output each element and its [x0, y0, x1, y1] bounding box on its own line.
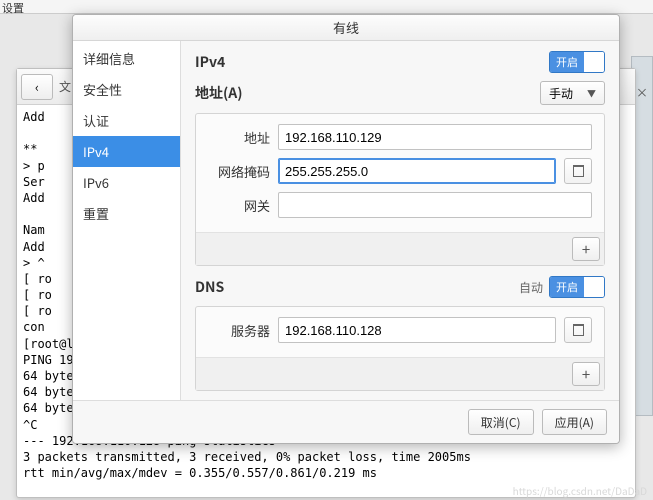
sidebar-item-ipv4[interactable]: IPv4: [73, 136, 180, 167]
delete-address-button[interactable]: [564, 158, 592, 184]
dns-server-input[interactable]: [278, 317, 556, 343]
dns-server-label: 服务器: [208, 321, 270, 340]
dns-group: 服务器 +: [195, 306, 605, 391]
netmask-label: 网络掩码: [208, 162, 270, 181]
sidebar-item-reset[interactable]: 重置: [73, 198, 180, 229]
network-settings-dialog: 有线 详细信息 安全性 认证 IPv4 IPv6 重置 IPv4 开启: [72, 14, 620, 444]
netmask-input[interactable]: [278, 158, 556, 184]
terminal-tab-label: 文: [59, 78, 71, 95]
close-icon[interactable]: ×: [635, 84, 649, 98]
sidebar-item-details[interactable]: 详细信息: [73, 43, 180, 74]
address-input[interactable]: [278, 124, 592, 150]
cancel-button[interactable]: 取消(C): [468, 409, 534, 435]
chevron-down-icon: ▼: [587, 87, 596, 100]
toggle-on-label: 开启: [550, 52, 584, 72]
dns-header: DNS: [195, 277, 224, 297]
ipv4-header: IPv4: [195, 52, 225, 72]
settings-content: IPv4 开启 地址(A) 手动 ▼ 地址: [181, 41, 619, 400]
dns-auto-label: 自动: [519, 279, 543, 296]
dialog-title: 有线: [73, 15, 619, 41]
method-select-label: 手动: [549, 85, 573, 102]
add-dns-button[interactable]: +: [572, 362, 600, 386]
sidebar-item-auth[interactable]: 认证: [73, 105, 180, 136]
delete-dns-button[interactable]: [564, 317, 592, 343]
gateway-label: 网关: [208, 196, 270, 215]
apply-button[interactable]: 应用(A): [542, 409, 607, 435]
gateway-input[interactable]: [278, 192, 592, 218]
address-group: 地址 网络掩码 网关 +: [195, 113, 605, 266]
toggle-on-label: 开启: [550, 277, 584, 297]
toggle-handle: [584, 277, 604, 297]
dns-toggle[interactable]: 开启: [549, 276, 605, 298]
ipv4-toggle[interactable]: 开启: [549, 51, 605, 73]
add-address-button[interactable]: +: [572, 237, 600, 261]
toggle-handle: [584, 52, 604, 72]
chevron-left-icon: ‹: [35, 77, 39, 96]
trash-icon: [573, 165, 584, 177]
address-label: 地址: [208, 128, 270, 147]
back-button[interactable]: ‹: [21, 74, 53, 100]
method-select[interactable]: 手动 ▼: [540, 81, 605, 105]
trash-icon: [573, 324, 584, 336]
sidebar-item-security[interactable]: 安全性: [73, 74, 180, 105]
desktop-top-panel: 设置: [0, 0, 653, 14]
dialog-footer: 取消(C) 应用(A): [73, 400, 619, 443]
sidebar-item-ipv6[interactable]: IPv6: [73, 167, 180, 198]
settings-sidebar: 详细信息 安全性 认证 IPv4 IPv6 重置: [73, 41, 181, 400]
address-header: 地址(A): [195, 83, 243, 103]
